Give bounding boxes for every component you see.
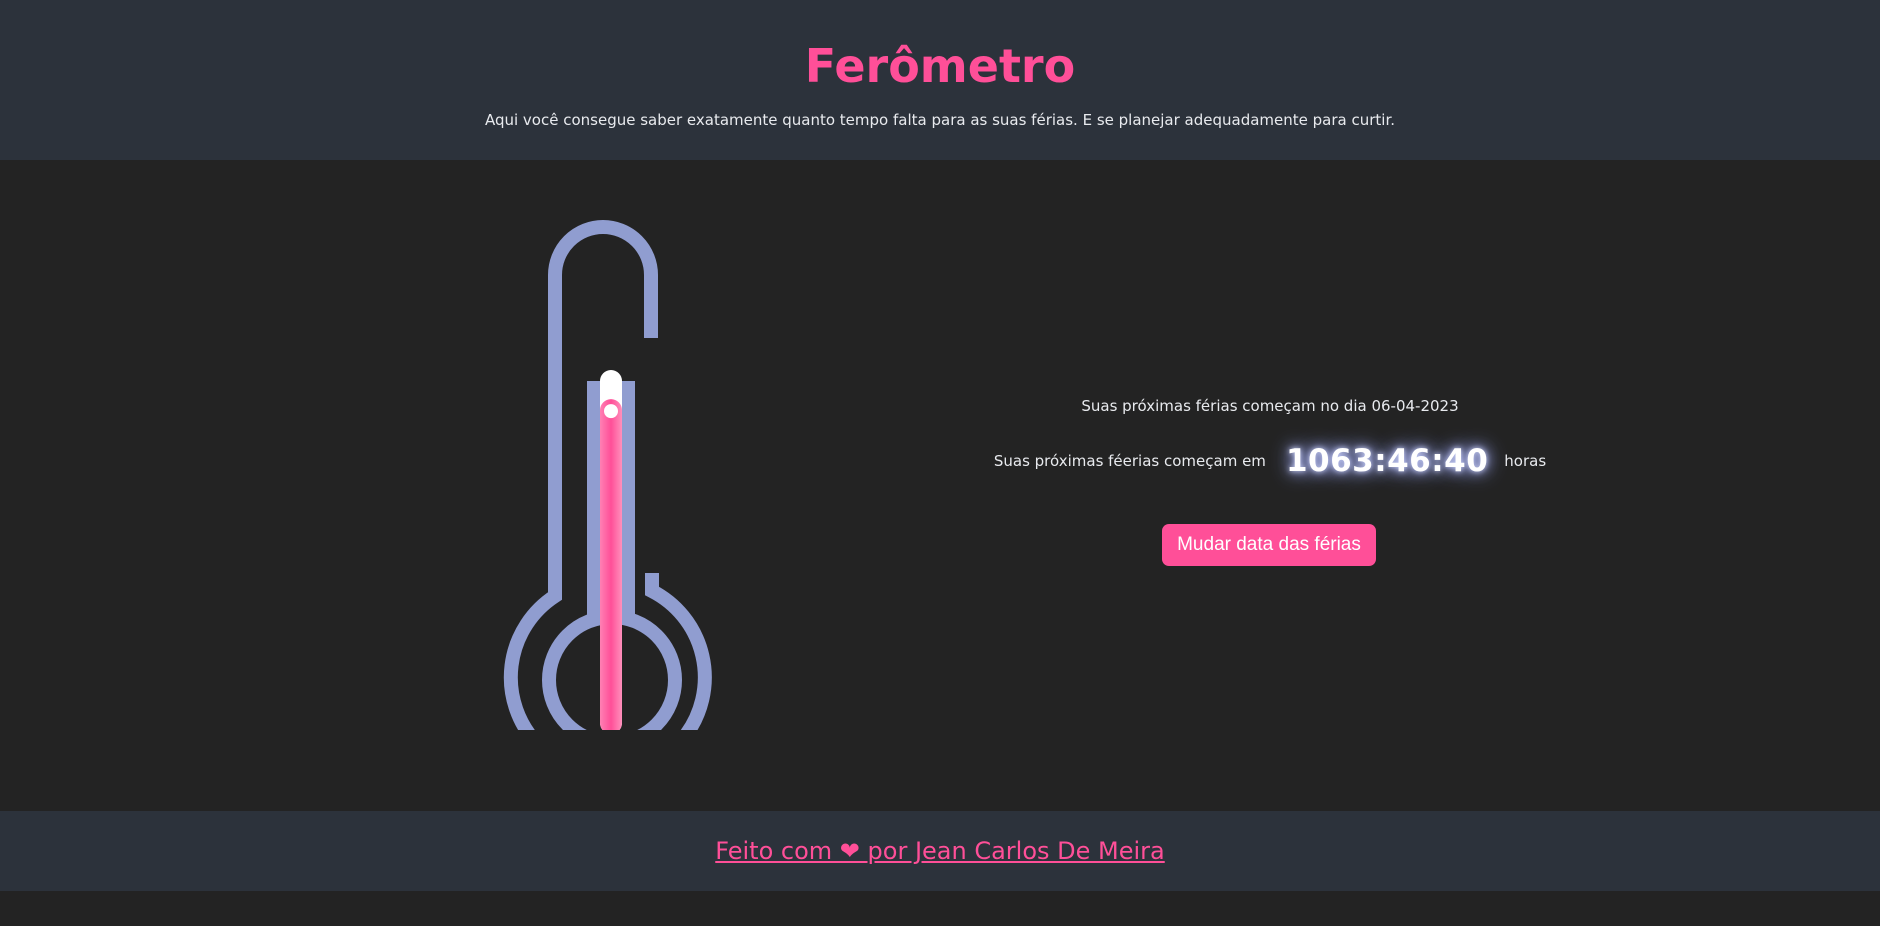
- countdown-prefix: Suas próximas féerias começam em: [993, 452, 1266, 470]
- main-content: Suas próximas férias começam no dia 06-0…: [0, 160, 1880, 811]
- countdown-row: Suas próximas féerias começam em 1063:46…: [960, 438, 1580, 484]
- bottom-strip: [0, 891, 1880, 926]
- author-credit-link[interactable]: Feito com ❤ por Jean Carlos De Meira: [0, 835, 1880, 867]
- page-subtitle: Aqui você consegue saber exatamente quan…: [484, 111, 1396, 129]
- thermometer-tube-right: [621, 381, 635, 621]
- countdown-timer: 1063:46:40: [1285, 443, 1489, 479]
- page-title: Ferômetro: [804, 39, 1076, 93]
- thermometer-tube-left: [587, 381, 601, 621]
- thermometer-mercury: [600, 399, 622, 734]
- vacation-date-text: Suas próximas férias começam no dia 06-0…: [1081, 397, 1459, 415]
- thermometer-graphic: [503, 220, 712, 782]
- page-footer: Feito com ❤ por Jean Carlos De Meira: [0, 811, 1880, 891]
- page-header: Ferômetro Aqui você consegue saber exata…: [0, 0, 1880, 160]
- thermometer-level-dot: [604, 404, 618, 419]
- change-vacation-date-button[interactable]: Mudar data das férias: [1162, 524, 1376, 566]
- thermometer-icon: [500, 220, 720, 782]
- countdown-panel: Suas próximas férias começam no dia 06-0…: [960, 160, 1580, 811]
- countdown-suffix: horas: [1504, 452, 1547, 470]
